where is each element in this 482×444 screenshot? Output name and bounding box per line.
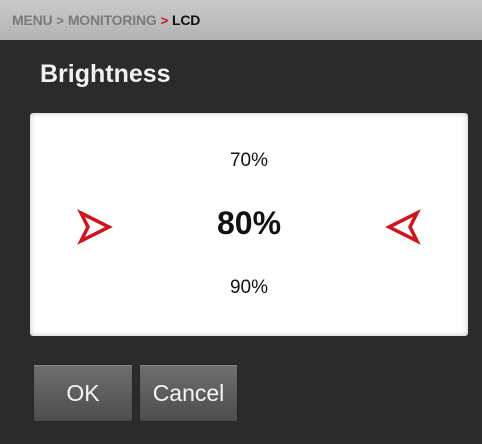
breadcrumb-item-lcd: LCD bbox=[171, 12, 201, 28]
picker-option-previous[interactable]: 70% bbox=[30, 150, 468, 172]
breadcrumb-separator: > bbox=[56, 12, 64, 28]
breadcrumb-separator-current: > bbox=[160, 12, 169, 28]
page-title: Brightness bbox=[40, 60, 171, 88]
picker-option-next[interactable]: 90% bbox=[30, 277, 468, 299]
red-arrow-left-icon[interactable] bbox=[383, 207, 423, 247]
breadcrumb-item-monitoring[interactable]: MONITORING bbox=[68, 12, 157, 28]
breadcrumb-item-menu[interactable]: MENU bbox=[12, 12, 53, 28]
lcd-brightness-screen: MENU > MONITORING > LCD Brightness 70% 8… bbox=[0, 0, 482, 444]
breadcrumb: MENU > MONITORING > LCD bbox=[0, 0, 482, 40]
value-picker: 70% 80% 90% bbox=[30, 113, 468, 336]
ok-button[interactable]: OK bbox=[33, 364, 133, 422]
cancel-button[interactable]: Cancel bbox=[139, 364, 238, 422]
